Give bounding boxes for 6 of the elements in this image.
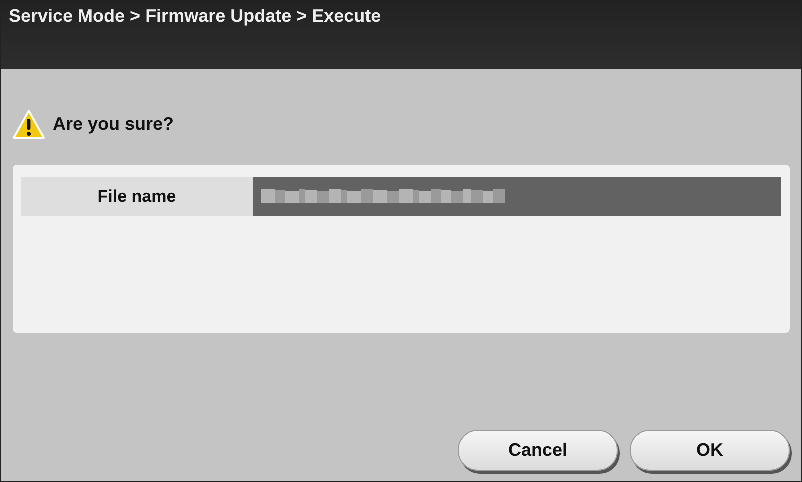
ok-button[interactable]: OK [630,430,790,471]
cancel-button[interactable]: Cancel [458,430,618,471]
window-title: Service Mode > Firmware Update > Execute [9,6,382,26]
field-label: File name [21,177,253,216]
warning-icon [13,110,45,140]
confirmation-message: Are you sure? [53,113,174,136]
